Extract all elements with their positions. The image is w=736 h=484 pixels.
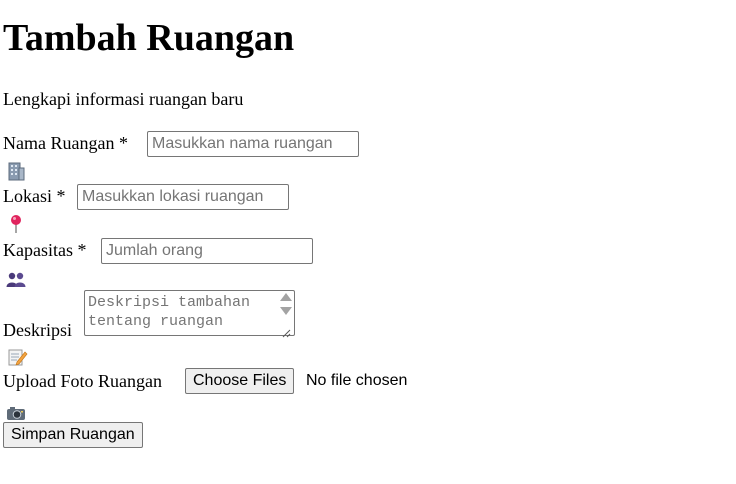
people-icon — [6, 271, 26, 291]
capacity-label: Kapasitas * — [3, 240, 87, 260]
room-name-label: Nama Ruangan * — [3, 133, 128, 153]
map-pin-icon — [7, 214, 27, 234]
photo-upload-label: Upload Foto Ruangan — [3, 371, 162, 391]
scroll-down-icon[interactable] — [280, 307, 292, 315]
camera-icon — [6, 404, 26, 424]
resize-grip-icon[interactable] — [282, 325, 291, 338]
page-subtitle: Lengkapi informasi ruangan baru — [3, 89, 244, 109]
textarea-scrollbar[interactable] — [278, 291, 292, 338]
description-textarea[interactable] — [84, 290, 295, 336]
choose-files-button[interactable]: Choose Files — [185, 368, 295, 394]
scroll-up-icon[interactable] — [280, 293, 292, 301]
file-status-text: No file chosen — [306, 372, 408, 389]
page-title: Tambah Ruangan — [3, 17, 295, 59]
save-room-button[interactable]: Simpan Ruangan — [3, 422, 143, 448]
room-name-input[interactable] — [147, 131, 359, 157]
memo-icon — [8, 347, 28, 367]
location-input[interactable] — [77, 184, 289, 210]
building-icon — [6, 161, 26, 181]
description-label: Deskripsi — [3, 320, 72, 340]
capacity-input[interactable] — [101, 238, 313, 264]
location-label: Lokasi * — [3, 186, 66, 206]
